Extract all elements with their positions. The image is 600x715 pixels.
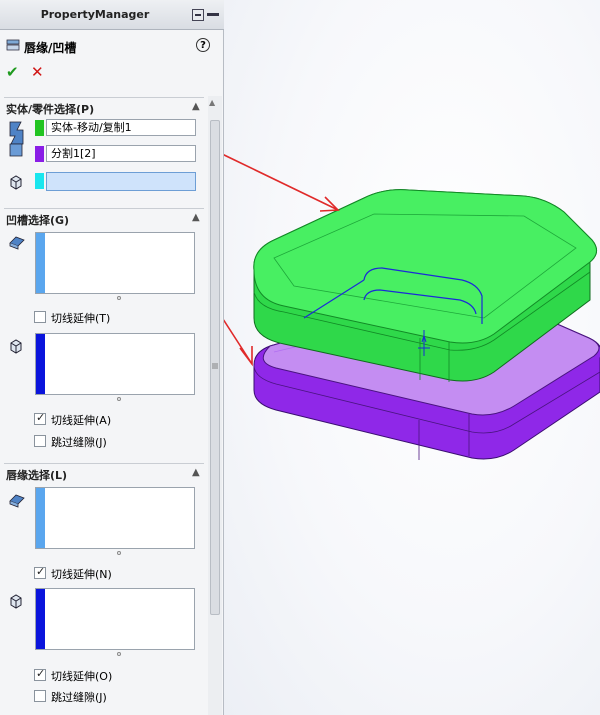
groove-edge-stripe — [36, 334, 45, 394]
face-selection-icon — [10, 175, 22, 190]
resize-grip[interactable] — [117, 397, 121, 401]
cancel-x-icon[interactable]: ✕ — [31, 63, 44, 81]
face-color-swatch — [35, 173, 44, 189]
property-manager-header: PropertyManager — [0, 0, 224, 30]
lip-edge-listbox[interactable] — [35, 588, 195, 650]
lip-groove-feature-icon — [6, 39, 20, 51]
lip-tangent-n-checkbox[interactable] — [34, 565, 46, 579]
feature-title: 唇缘/凹槽 — [24, 41, 77, 55]
lip-tangent-o-label: 切线延伸(O) — [51, 670, 113, 683]
property-manager-panel: PropertyManager 唇缘/凹槽 ? ✔ ✕ 实体/零件选择(P) ▲… — [0, 0, 224, 715]
lip-tangent-o-checkbox[interactable] — [34, 667, 46, 681]
body-2-color-swatch — [35, 146, 44, 162]
collapse-chevron-icon[interactable]: ▲ — [192, 101, 200, 112]
help-icon[interactable]: ? — [196, 38, 210, 52]
resize-grip[interactable] — [117, 296, 121, 300]
collapse-chevron-icon[interactable]: ▲ — [192, 467, 200, 478]
groove-skip-gap-checkbox[interactable] — [34, 435, 46, 447]
face-selection-field[interactable] — [46, 172, 196, 191]
lip-face-icon — [9, 494, 25, 508]
lip-skip-gap-checkbox[interactable] — [34, 690, 46, 702]
lip-edge-stripe — [36, 589, 45, 649]
resize-grip[interactable] — [117, 652, 121, 656]
section-header-body-selection[interactable]: 实体/零件选择(P) ▲ — [4, 97, 204, 116]
ok-check-icon[interactable]: ✔ — [6, 63, 19, 81]
section-title-groove-selection: 凹槽选择(G) — [6, 214, 70, 227]
scroll-grip-icon — [212, 363, 218, 369]
groove-tangent-t-checkbox[interactable] — [34, 311, 46, 323]
groove-tangent-a-label: 切线延伸(A) — [51, 414, 112, 427]
body-selection-item-2[interactable]: 分割1[2] — [46, 145, 196, 162]
scroll-up-arrow-icon[interactable]: ▲ — [209, 98, 215, 107]
body-selection-item-1[interactable]: 实体-移动/复制1 — [46, 119, 196, 136]
lip-edge-icon — [10, 594, 22, 609]
groove-face-listbox[interactable] — [35, 232, 195, 294]
groove-skip-gap-label: 跳过缝隙(J) — [51, 436, 107, 449]
body-1-color-swatch — [35, 120, 44, 136]
section-header-lip-selection[interactable]: 唇缘选择(L) ▲ — [4, 463, 204, 482]
section-title-body-selection: 实体/零件选择(P) — [6, 103, 95, 116]
model-scene[interactable] — [224, 0, 600, 715]
tab-toggle-icon[interactable] — [192, 9, 204, 21]
groove-tangent-t-label: 切线延伸(T) — [51, 312, 111, 325]
pin-icon[interactable] — [207, 13, 219, 16]
groove-face-stripe — [36, 233, 45, 293]
collapse-chevron-icon[interactable]: ▲ — [192, 212, 200, 223]
groove-face-icon — [9, 236, 25, 250]
section-title-lip-selection: 唇缘选择(L) — [6, 469, 68, 482]
body-selection-icon — [9, 121, 24, 157]
lip-skip-gap-label: 跳过缝隙(J) — [51, 691, 107, 704]
groove-edge-listbox[interactable] — [35, 333, 195, 395]
graphics-viewport[interactable] — [224, 0, 600, 715]
property-manager-title: PropertyManager — [40, 8, 150, 21]
lip-tangent-n-label: 切线延伸(N) — [51, 568, 112, 581]
groove-edge-icon — [10, 339, 22, 354]
lip-face-stripe — [36, 488, 45, 548]
feature-title-row: 唇缘/凹槽 ? — [0, 34, 224, 58]
section-header-groove-selection[interactable]: 凹槽选择(G) ▲ — [4, 208, 204, 227]
groove-tangent-a-checkbox[interactable] — [34, 411, 46, 425]
resize-grip[interactable] — [117, 551, 121, 555]
lip-face-listbox[interactable] — [35, 487, 195, 549]
